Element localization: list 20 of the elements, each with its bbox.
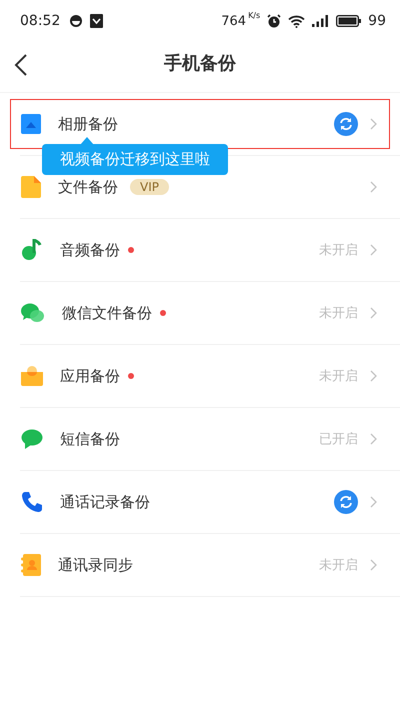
item-label: 短信备份: [60, 430, 120, 448]
network-speed: 764: [221, 14, 246, 28]
status-text: 未开启: [319, 557, 358, 574]
page-title: 手机备份: [164, 52, 236, 75]
clock-time: 08:52: [20, 13, 60, 29]
status-text: 未开启: [319, 305, 358, 322]
item-label: 通话记录备份: [60, 492, 150, 512]
status-text: 未开启: [319, 368, 358, 385]
item-label: 通讯录同步: [58, 556, 133, 574]
status-text: 已开启: [319, 431, 358, 448]
battery-level: 99: [368, 13, 386, 29]
item-label: 相册备份: [58, 114, 118, 134]
vip-badge: VIP: [130, 179, 169, 195]
speed-unit: K/s: [248, 11, 260, 20]
item-label: 微信文件备份: [62, 304, 152, 322]
item-label: 应用备份: [60, 366, 120, 386]
item-label: 文件备份: [58, 178, 118, 196]
status-text: 未开启: [319, 242, 358, 259]
tooltip: 视频备份迁移到这里啦: [42, 144, 228, 175]
item-label: 音频备份: [60, 240, 120, 260]
